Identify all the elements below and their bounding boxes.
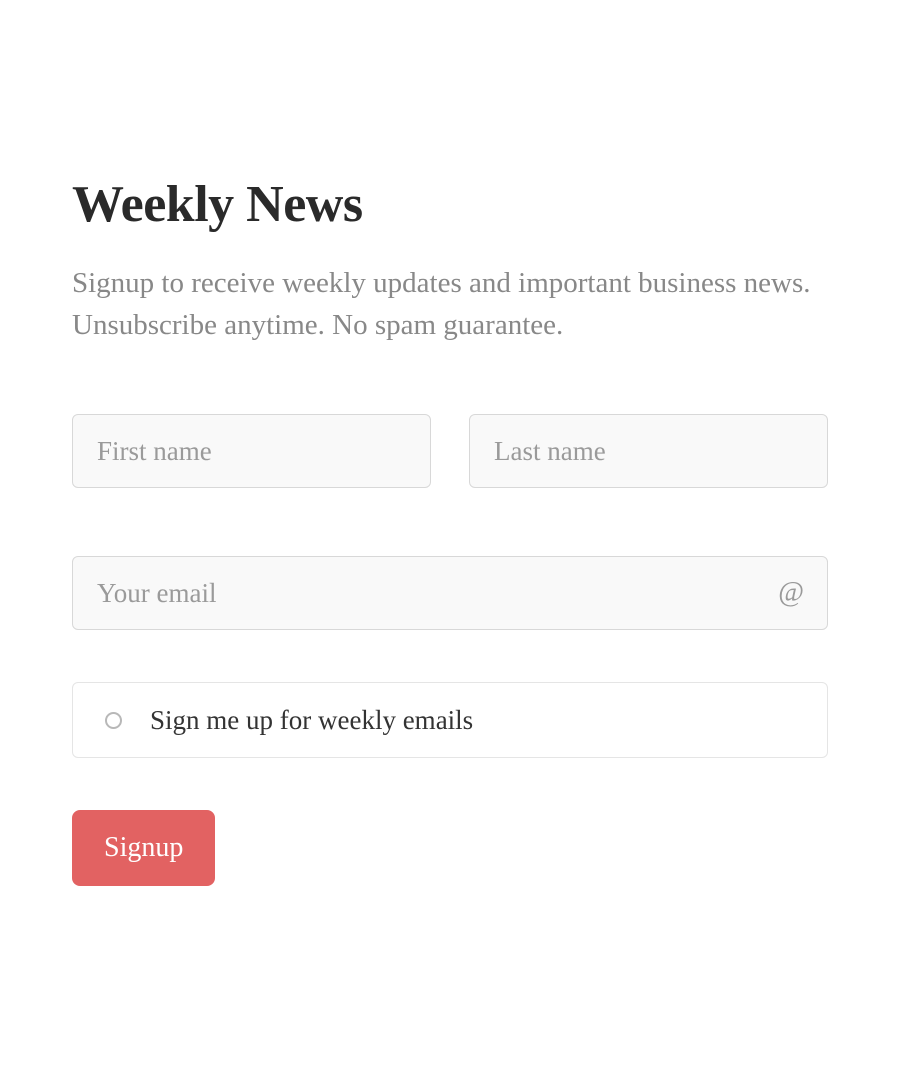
last-name-wrapper <box>469 414 828 488</box>
last-name-input[interactable] <box>469 414 828 488</box>
email-wrapper: @ <box>72 556 828 630</box>
subscribe-label: Sign me up for weekly emails <box>150 705 473 736</box>
name-row <box>72 414 828 488</box>
email-input[interactable] <box>72 556 828 630</box>
email-row: @ <box>72 556 828 630</box>
circle-icon <box>105 712 122 729</box>
first-name-wrapper <box>72 414 431 488</box>
page-title: Weekly News <box>72 175 828 234</box>
subscribe-checkbox-row[interactable]: Sign me up for weekly emails <box>72 682 828 758</box>
page-description: Signup to receive weekly updates and imp… <box>72 262 828 346</box>
first-name-input[interactable] <box>72 414 431 488</box>
signup-button[interactable]: Signup <box>72 810 215 886</box>
